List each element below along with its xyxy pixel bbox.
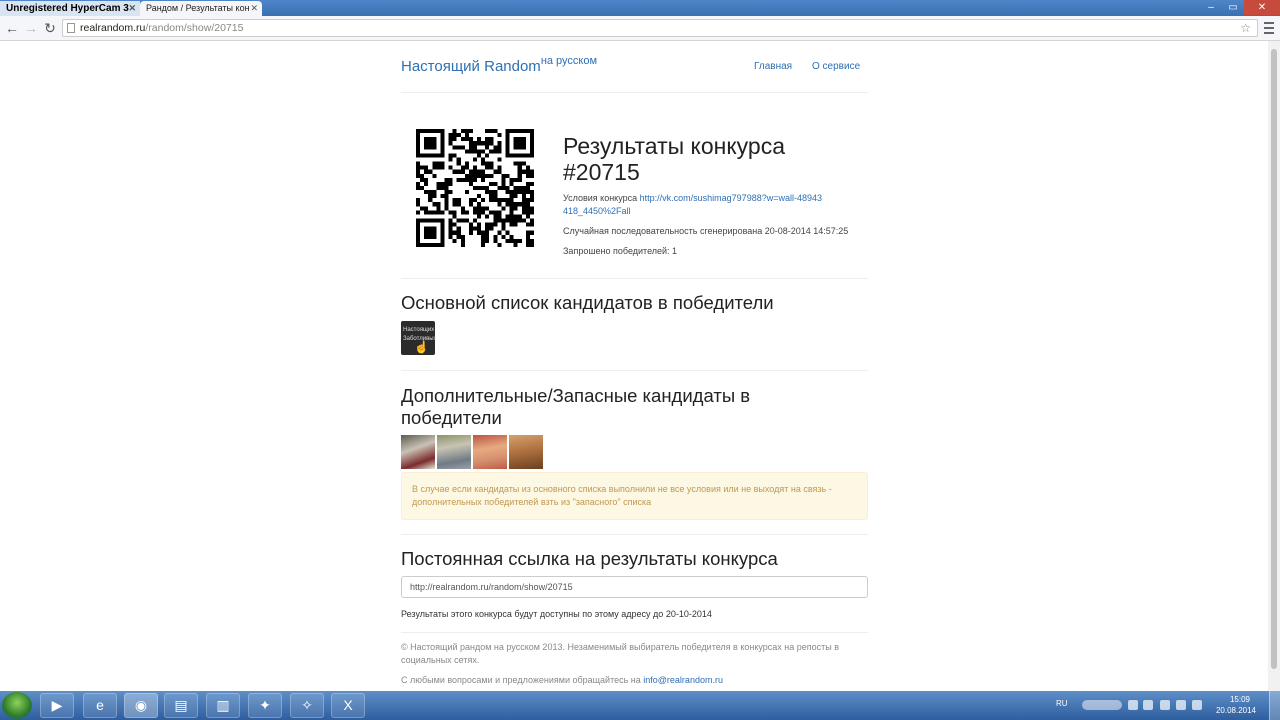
recorder-toolbar-icon[interactable] [1082,700,1122,710]
qr-code [416,129,534,247]
reserve-heading: Дополнительные/Запасные кандидаты в побе… [401,385,751,428]
close-icon[interactable]: ✕ [250,1,258,16]
reserve-avatar[interactable] [473,435,507,469]
permalink-heading: Постоянная ссылка на результаты конкурса [401,548,778,569]
footer-contact: С любыми вопросами и предложениями обращ… [401,674,723,687]
windows-taskbar: ▶ e ◉ ▤ ▥ ✦ ✧ X RU 15:09 20.08.2014 [0,691,1280,720]
excel-icon[interactable]: X [331,693,365,718]
minimize-icon[interactable]: – [1200,0,1222,15]
tab-active[interactable]: Рандом / Результаты кон ✕ [140,1,262,16]
nav-home-link[interactable]: Главная [754,61,792,72]
back-icon[interactable]: ← [3,19,21,37]
footer-contact-text: С любыми вопросами и предложениями обращ… [401,675,641,685]
divider [401,370,868,371]
hand-cursor-icon: ☝ [414,340,429,354]
tab-active-label: Рандом / Результаты кон [146,3,250,13]
page-viewport: Настоящий Randomна русском Главная О сер… [0,41,1268,691]
reload-icon[interactable]: ↻ [41,19,59,37]
conditions-row: Условия конкурса http://vk.com/sushimag7… [563,192,823,218]
folder-icon[interactable]: ▤ [164,693,198,718]
tab-hypercam[interactable]: Unregistered HyperCam 3 ✕ [0,1,140,16]
vertical-scrollbar[interactable] [1268,41,1280,691]
url-path: /random/show/20715 [145,22,244,34]
window-controls: – ▭ ✕ [1200,0,1280,15]
reserve-avatar[interactable] [437,435,471,469]
close-window-icon[interactable]: ✕ [1244,0,1280,15]
available-until-text: Результаты этого конкурса будут доступны… [401,609,712,619]
browser-tab-bar: Unregistered HyperCam 3 ✕ Рандом / Резул… [0,0,1280,16]
divider [401,278,868,279]
reserve-avatar[interactable] [401,435,435,469]
footer-email-link[interactable]: info@realrandom.ru [643,675,723,685]
show-desktop-button[interactable] [1269,691,1280,720]
clock-time[interactable]: 15:09 [1230,695,1250,704]
url-host: realrandom.ru [80,22,146,34]
page-icon [67,23,75,33]
divider [401,534,868,535]
browser-toolbar: ← → ↻ realrandom.ru/random/show/20715 ☆ [0,16,1280,41]
conditions-label: Условия конкурса [563,193,638,203]
tray-icon[interactable] [1128,700,1138,710]
network-icon[interactable] [1176,700,1186,710]
nav-about-link[interactable]: О сервисе [812,61,860,72]
site-brand[interactable]: Настоящий Randomна русском [401,55,598,75]
start-button[interactable] [2,692,32,719]
menu-icon[interactable] [1262,19,1276,37]
scrollbar-thumb[interactable] [1271,49,1277,669]
clock-date[interactable]: 20.08.2014 [1216,706,1256,715]
system-tray: RU 15:09 20.08.2014 [1048,691,1280,720]
media-player-icon[interactable]: ▶ [40,693,74,718]
folder-icon[interactable]: ▥ [206,693,240,718]
app-icon[interactable]: ✧ [290,693,324,718]
winners-requested-text: Запрошено победителей: 1 [563,246,678,256]
brand-name: Настоящий Random [401,58,541,75]
reserve-avatar[interactable] [509,435,543,469]
footer-copyright: © Настоящий рандом на русском 2013. Неза… [401,642,840,665]
tab-hypercam-label: Unregistered HyperCam 3 [6,3,129,14]
flag-icon[interactable] [1160,700,1170,710]
page-title: Результаты конкурса #20715 [563,133,823,185]
forward-icon[interactable]: → [22,19,40,37]
close-icon[interactable]: ✕ [128,1,136,16]
divider [401,632,868,633]
generated-text: Случайная последовательность сгенерирова… [563,226,849,236]
language-indicator[interactable]: RU [1056,699,1068,708]
bookmark-star-icon[interactable]: ☆ [1240,20,1251,36]
main-list-heading: Основной список кандидатов в победители [401,292,774,313]
chrome-icon[interactable]: ◉ [124,693,158,718]
brand-sup: на русском [540,55,598,67]
permalink-field[interactable]: http://realrandom.ru/random/show/20715 [401,576,868,598]
tray-icon[interactable] [1143,700,1153,710]
address-bar[interactable]: realrandom.ru/random/show/20715 ☆ [62,19,1258,37]
warning-alert: В случае если кандидаты из основного спи… [401,472,868,520]
internet-explorer-icon[interactable]: e [83,693,117,718]
page-title-text: Результаты конкурса #20715 [563,133,785,185]
volume-icon[interactable] [1192,700,1202,710]
divider [401,92,868,93]
url-text: realrandom.ru/random/show/20715 [80,20,243,36]
maximize-icon[interactable]: ▭ [1222,0,1244,15]
app-icon[interactable]: ✦ [248,693,282,718]
